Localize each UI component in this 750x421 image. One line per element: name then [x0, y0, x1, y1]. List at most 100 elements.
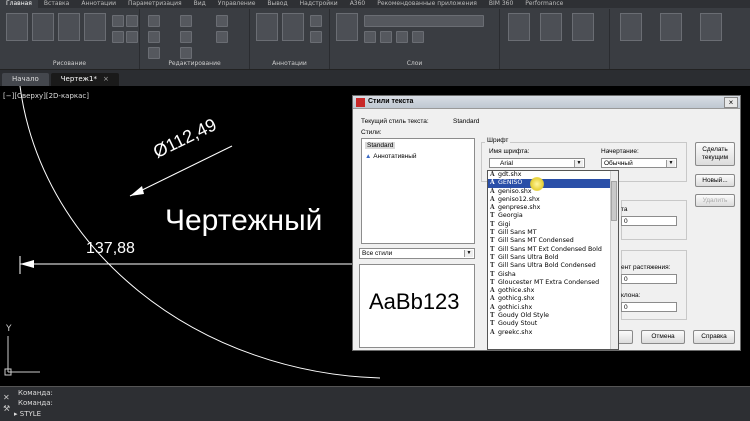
ribbon-tab[interactable]: Вставка	[38, 0, 75, 8]
table-icon[interactable]	[310, 31, 322, 43]
close-icon[interactable]: ×	[103, 75, 109, 83]
oblique-input[interactable]: 0	[621, 302, 677, 312]
move-icon[interactable]	[148, 15, 160, 27]
polyline-tool-icon[interactable]	[32, 13, 54, 41]
help-button[interactable]: Справка	[693, 330, 735, 344]
copy-icon[interactable]	[148, 47, 160, 59]
font-list-item[interactable]: T Gloucester MT Extra Condensed	[488, 279, 618, 287]
font-list-item[interactable]: T Gisha	[488, 271, 618, 279]
width-factor-label-partial: ент растяжения:	[621, 264, 671, 271]
text-tool-icon[interactable]	[256, 13, 278, 41]
panel-label-layers[interactable]: Слои	[330, 60, 499, 67]
styles-filter-dropdown[interactable]: Все стили ▼	[359, 248, 475, 259]
panel-label-modify[interactable]: Редактирование	[140, 60, 249, 67]
ribbon-tab[interactable]: Вывод	[261, 0, 293, 8]
arc-tool-icon[interactable]	[84, 13, 106, 41]
styles-list[interactable]: Standard ▲ Аннотативный	[361, 138, 475, 244]
settings-icon[interactable]: ⚒	[3, 404, 13, 414]
array-icon[interactable]	[216, 31, 228, 43]
ribbon-tab[interactable]: Параметризация	[122, 0, 188, 8]
style-item-standard[interactable]: Standard	[365, 142, 396, 149]
ribbon-tab[interactable]: A360	[344, 0, 372, 8]
draw-tool-icon[interactable]	[112, 15, 124, 27]
font-list-item[interactable]: Agdt.shx	[488, 171, 618, 179]
scrollbar-thumb[interactable]	[611, 181, 617, 221]
ribbon-tab[interactable]: Performance	[519, 0, 569, 8]
ribbon-tab[interactable]: Аннотации	[75, 0, 122, 8]
leader-icon[interactable]	[310, 15, 322, 27]
mirror-icon[interactable]	[180, 31, 192, 43]
delete-style-button[interactable]: Удалить	[695, 194, 735, 207]
circle-tool-icon[interactable]	[58, 13, 80, 41]
set-current-button[interactable]: Сделать текущим	[695, 142, 735, 166]
font-name: Gigi	[498, 220, 511, 228]
close-button[interactable]: ×	[724, 97, 738, 108]
layer-properties-icon[interactable]	[336, 13, 358, 41]
font-name-dropdown[interactable]: Arial ▼	[489, 158, 585, 168]
font-list-item[interactable]: T Gill Sans MT	[488, 229, 618, 237]
scrollbar[interactable]	[610, 171, 618, 349]
rotate-icon[interactable]	[148, 31, 160, 43]
ribbon-tab[interactable]: Рекомендованные приложения	[371, 0, 483, 8]
font-list-item[interactable]: Agothici.shx	[488, 304, 618, 312]
layer-tool-icon[interactable]	[380, 31, 392, 43]
font-dropdown-list[interactable]: Agdt.shx A GENISO Ageniso.shx Ageniso12.shx A…	[487, 170, 619, 350]
new-style-button[interactable]: Новый...	[695, 174, 735, 187]
font-list-item[interactable]: T Goudy Old Style	[488, 312, 618, 320]
font-list-item[interactable]: Ageniso12.shx	[488, 196, 618, 204]
panel-label-annotations[interactable]: Аннотации	[250, 60, 329, 67]
chevron-down-icon: ▼	[464, 250, 473, 257]
font-list-item[interactable]: Agenprese.shx	[488, 204, 618, 212]
view-icon[interactable]	[700, 13, 722, 41]
panel-label-draw[interactable]: Рисование	[0, 60, 139, 67]
dialog-titlebar[interactable]: Стили текста ×	[353, 96, 740, 109]
size-input[interactable]: 0	[621, 216, 677, 226]
font-style-dropdown[interactable]: Обычный ▼	[601, 158, 677, 168]
ribbon: Главная Вставка Аннотации Параметризация Вид…	[0, 0, 750, 70]
file-tab-start[interactable]: Начало	[2, 73, 49, 86]
font-list-item[interactable]: Agreekc.shx	[488, 329, 618, 337]
layer-tool-icon[interactable]	[396, 31, 408, 43]
properties-icon[interactable]	[540, 13, 562, 41]
font-list-item[interactable]: T Gill Sans MT Ext Condensed Bold	[488, 246, 618, 254]
width-factor-input[interactable]: 0	[621, 274, 677, 284]
line-tool-icon[interactable]	[6, 13, 28, 41]
ribbon-tab[interactable]: BIM 360	[483, 0, 519, 8]
font-list-item[interactable]: T Gill Sans MT Condensed	[488, 237, 618, 245]
ribbon-tab[interactable]: Вид	[188, 0, 212, 8]
dimension-tool-icon[interactable]	[282, 13, 304, 41]
font-list-item[interactable]: T Gill Sans Ultra Bold Condensed	[488, 262, 618, 270]
ribbon-tab[interactable]: Управление	[212, 0, 262, 8]
draw-tool-icon[interactable]	[112, 31, 124, 43]
viewport-controls[interactable]: [−][Сверху][2D-каркас]	[3, 92, 89, 100]
ribbon-tab[interactable]: Надстройки	[294, 0, 344, 8]
cancel-button[interactable]: Отмена	[641, 330, 685, 344]
ribbon-tab[interactable]: Главная	[0, 0, 38, 8]
apply-button[interactable]	[617, 330, 633, 344]
groups-icon[interactable]	[572, 13, 594, 41]
layer-dropdown[interactable]	[364, 15, 484, 27]
clipboard-icon[interactable]	[660, 13, 682, 41]
layer-tool-icon[interactable]	[364, 31, 376, 43]
file-tab-drawing1[interactable]: Чертеж1* ×	[50, 73, 119, 86]
stretch-icon[interactable]	[180, 47, 192, 59]
file-tab-label: Чертеж1*	[60, 75, 97, 83]
command-input[interactable]: ▸ STYLE	[14, 410, 41, 418]
utilities-icon[interactable]	[620, 13, 642, 41]
font-list-item[interactable]: Ageniso.shx	[488, 188, 618, 196]
font-list-item[interactable]: T Goudy Stout	[488, 320, 618, 328]
font-list-item[interactable]: Agothicg.shx	[488, 295, 618, 303]
trim-icon[interactable]	[180, 15, 192, 27]
erase-icon[interactable]	[216, 15, 228, 27]
font-list-item[interactable]: T Gill Sans Ultra Bold	[488, 254, 618, 262]
font-list-item[interactable]: T Georgia	[488, 212, 618, 220]
draw-tool-icon[interactable]	[126, 31, 138, 43]
style-item-annotative[interactable]: ▲ Аннотативный	[365, 153, 417, 160]
close-icon[interactable]: ✕	[3, 393, 13, 403]
draw-tool-icon[interactable]	[126, 15, 138, 27]
font-list-item[interactable]: T Gigi	[488, 221, 618, 229]
insert-block-icon[interactable]	[508, 13, 530, 41]
font-list-item[interactable]: A GENISO	[488, 179, 618, 188]
layer-tool-icon[interactable]	[412, 31, 424, 43]
font-list-item[interactable]: Agothice.shx	[488, 287, 618, 295]
